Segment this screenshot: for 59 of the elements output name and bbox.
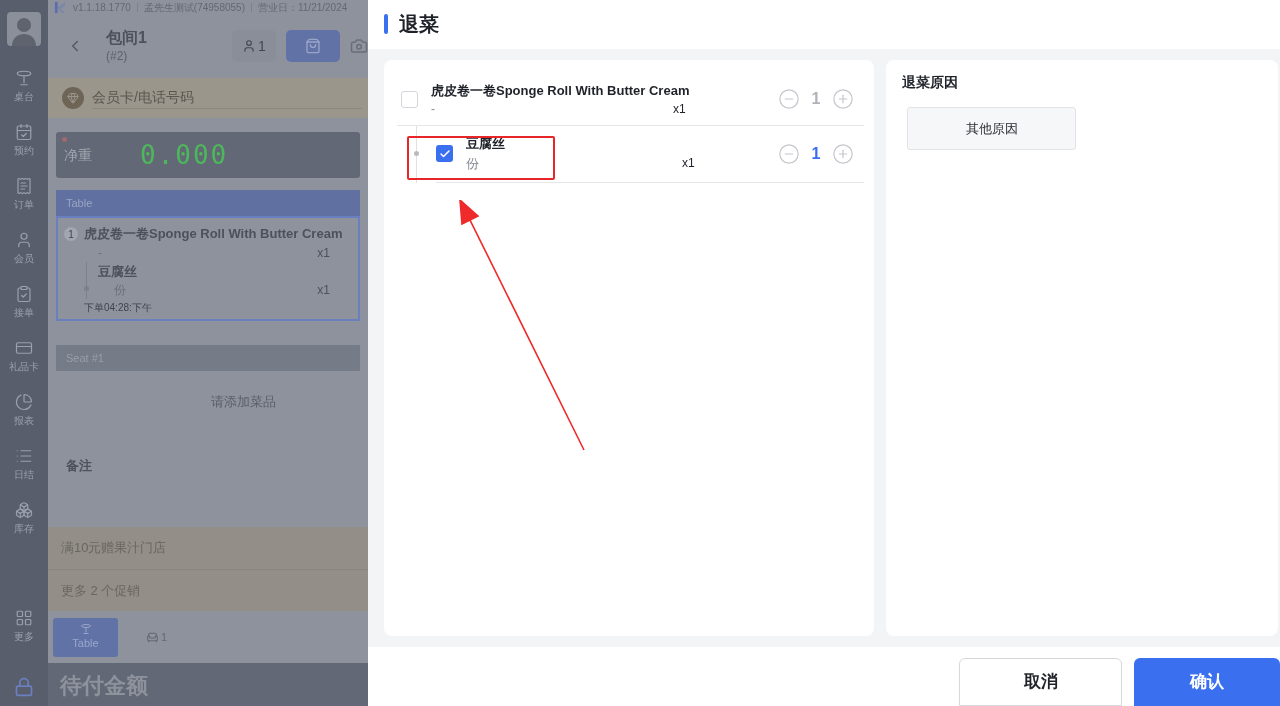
pie-chart-icon xyxy=(15,393,33,411)
guest-count-button[interactable]: 1 xyxy=(232,30,276,62)
plus-icon[interactable] xyxy=(832,88,854,111)
sidebar-item[interactable]: 会员 xyxy=(1,226,47,280)
list-icon xyxy=(15,447,33,465)
member-search-field[interactable]: 会员卡/电话号码 xyxy=(92,87,362,109)
plus-icon[interactable] xyxy=(832,143,854,165)
item-quantity: x1 xyxy=(317,244,330,262)
dish-name: 豆腐丝 xyxy=(466,135,506,154)
chair-icon xyxy=(146,630,159,644)
order-time: 下单04:28:下午 xyxy=(83,301,153,315)
cancel-button[interactable]: 取消 xyxy=(959,658,1122,706)
sub-item-quantity: x1 xyxy=(317,282,330,299)
bag-button[interactable] xyxy=(286,30,340,62)
sidebar-item[interactable]: 预约 xyxy=(1,118,47,172)
confirm-button[interactable]: 确认 xyxy=(1134,658,1280,706)
member-badge-icon xyxy=(62,87,84,109)
dish-name: 虎皮卷一卷Sponge Roll With Butter Cream xyxy=(431,81,691,100)
item-index: 1 xyxy=(64,227,78,241)
item-spec: - xyxy=(97,244,102,262)
weight-reading: 0.000 xyxy=(139,138,229,172)
table-icon xyxy=(79,622,92,635)
camera-icon[interactable] xyxy=(350,37,368,55)
table-icon xyxy=(15,69,33,87)
card-icon xyxy=(15,339,33,357)
return-count: 1 xyxy=(810,89,822,110)
reason-option[interactable]: 其他原因 xyxy=(907,107,1076,150)
minus-icon[interactable] xyxy=(778,88,800,111)
table-tab[interactable]: Table xyxy=(53,617,118,657)
dish-quantity: x1 xyxy=(673,101,686,119)
member-search-bar[interactable]: 会员卡/电话号码 xyxy=(48,78,368,118)
user-icon xyxy=(242,39,257,53)
scale-label: 净重 xyxy=(64,145,92,165)
user-icon xyxy=(15,231,33,249)
receipt-icon xyxy=(15,177,33,195)
boxes-icon xyxy=(15,501,33,519)
dish-quantity: x1 xyxy=(682,155,695,172)
avatar[interactable] xyxy=(7,12,41,46)
checkbox[interactable] xyxy=(436,145,453,163)
clipboard-check-icon xyxy=(15,285,33,303)
bag-icon xyxy=(305,38,321,54)
dialog-title: 退菜 xyxy=(399,12,439,38)
dish-spec: - xyxy=(431,101,436,119)
section-header: Table xyxy=(56,190,360,216)
grid-icon xyxy=(15,609,33,627)
minus-icon[interactable] xyxy=(778,143,800,165)
sub-item-name: 豆腐丝 xyxy=(98,262,138,281)
sidebar-item[interactable]: 更多 xyxy=(1,604,47,658)
check-icon xyxy=(438,148,451,160)
lock-icon[interactable] xyxy=(14,676,34,698)
dish-spec: 份 xyxy=(466,155,480,173)
checkbox[interactable] xyxy=(401,91,418,108)
return-count: 1 xyxy=(810,144,822,164)
order-title: 包间1 xyxy=(106,28,148,48)
calendar-check-icon xyxy=(15,123,33,141)
reason-title: 退菜原因 xyxy=(902,73,959,92)
logo-icon xyxy=(54,0,67,14)
sidebar-item[interactable]: 桌台 xyxy=(1,64,47,118)
note-label: 备注 xyxy=(66,458,92,473)
